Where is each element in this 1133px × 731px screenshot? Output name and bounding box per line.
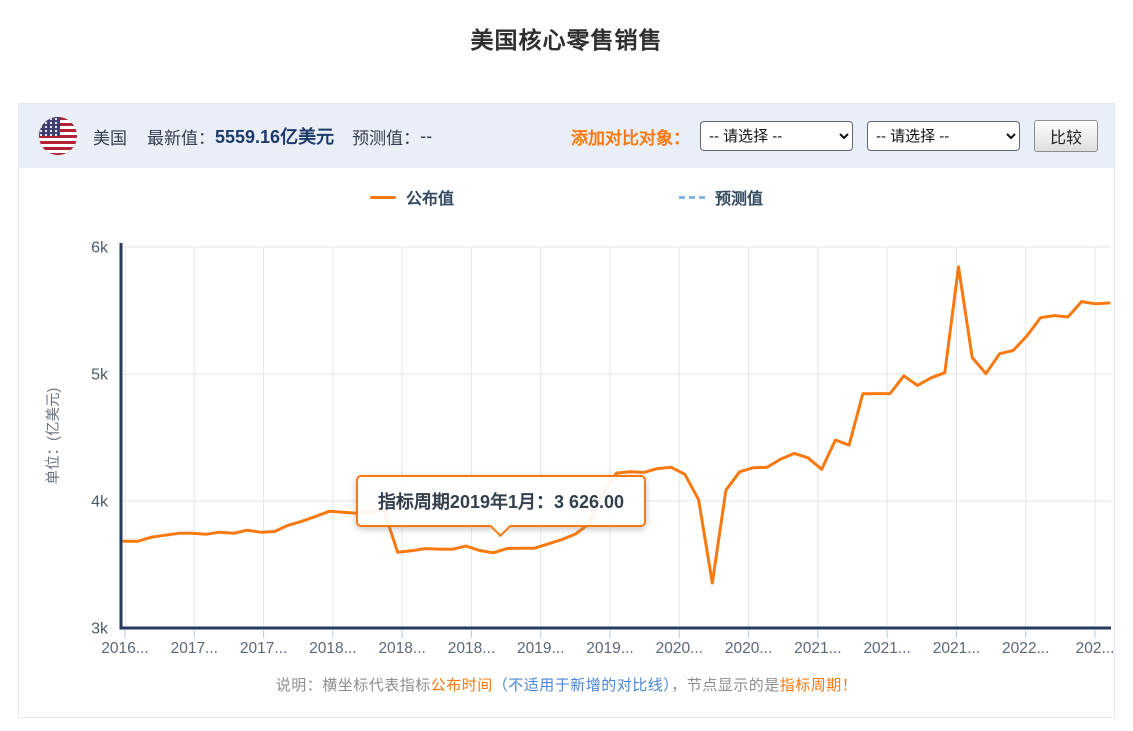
x-tick-label: 2021... bbox=[863, 640, 910, 657]
forecast-value: -- bbox=[420, 126, 432, 147]
x-tick-label: 2020... bbox=[725, 640, 772, 657]
country-label: 美国 bbox=[93, 124, 127, 149]
x-tick-label: 2018... bbox=[378, 640, 425, 657]
forecast-value-label: 预测值： bbox=[352, 124, 420, 149]
latest-value: 5559.16亿美元 bbox=[215, 123, 334, 149]
compare-select-1[interactable]: -- 请选择 -- bbox=[700, 121, 853, 151]
footnote-indicator-period: 指标周期！ bbox=[780, 677, 858, 694]
x-tick-label: 2018... bbox=[448, 640, 495, 657]
legend-item-forecast[interactable]: 预测值 bbox=[679, 185, 763, 209]
chart-area: 2016... 2017... 2017... 2018... 2018... 2018.… bbox=[19, 226, 1114, 660]
chart-footnote: 说明：横坐标代表指标公布时间（不适用于新增的对比线），节点显示的是指标周期！ bbox=[19, 660, 1114, 717]
x-tick-label: 2021... bbox=[933, 640, 980, 657]
published-line-swatch-icon bbox=[370, 196, 396, 199]
chart-tooltip: 指标周期2019年1月：3 626.00 bbox=[356, 475, 646, 527]
chart-tooltip-text: 指标周期2019年1月：3 626.00 bbox=[378, 488, 624, 514]
legend-published-label: 公布值 bbox=[406, 185, 454, 209]
footnote-publish-time: 公布时间 bbox=[431, 677, 493, 694]
x-tick-label: 2016... bbox=[101, 640, 148, 657]
y-axis-title: 单位：(亿美元) bbox=[45, 388, 62, 485]
indicator-panel: 美国 最新值： 5559.16亿美元 预测值： -- 添加对比对象： -- 请选… bbox=[18, 103, 1115, 718]
page-title: 美国核心零售销售 bbox=[0, 24, 1133, 56]
compare-select-2[interactable]: -- 请选择 -- bbox=[867, 121, 1020, 151]
chart-legend: 公布值 预测值 bbox=[19, 168, 1114, 226]
x-tick-label: 2022... bbox=[1002, 640, 1049, 657]
x-tick-label: 2019... bbox=[586, 640, 633, 657]
x-tick-label: 2017... bbox=[171, 640, 218, 657]
retail-sales-line-chart[interactable]: 2016... 2017... 2017... 2018... 2018... 2018.… bbox=[19, 226, 1114, 660]
legend-item-published[interactable]: 公布值 bbox=[370, 185, 454, 209]
forecast-line-swatch-icon bbox=[679, 196, 705, 199]
x-tick-label: 2017... bbox=[240, 640, 287, 657]
x-tick-label: 2021... bbox=[794, 640, 841, 657]
x-tick-label: 202... bbox=[1076, 640, 1114, 657]
compare-button[interactable]: 比较 bbox=[1034, 120, 1098, 152]
footnote-text-2: ，节点显示的是 bbox=[671, 677, 780, 694]
y-tick-label: 3k bbox=[91, 621, 109, 638]
latest-value-label: 最新值： bbox=[147, 124, 215, 149]
y-tick-label: 5k bbox=[91, 367, 109, 384]
x-tick-label: 2018... bbox=[309, 640, 356, 657]
x-tick-label: 2020... bbox=[656, 640, 703, 657]
x-tick-label: 2019... bbox=[517, 640, 564, 657]
indicator-header-bar: 美国 最新值： 5559.16亿美元 预测值： -- 添加对比对象： -- 请选… bbox=[19, 104, 1114, 168]
footnote-text: 说明：横坐标代表指标 bbox=[276, 677, 431, 694]
add-compare-label: 添加对比对象： bbox=[571, 124, 690, 149]
footnote-parenthetical: （不适用于新增的对比线） bbox=[493, 677, 672, 694]
y-tick-label: 6k bbox=[91, 240, 109, 257]
us-flag-icon bbox=[39, 117, 77, 155]
legend-forecast-label: 预测值 bbox=[715, 185, 763, 209]
y-tick-label: 4k bbox=[91, 494, 109, 511]
series-line-公布值 bbox=[124, 267, 1109, 583]
